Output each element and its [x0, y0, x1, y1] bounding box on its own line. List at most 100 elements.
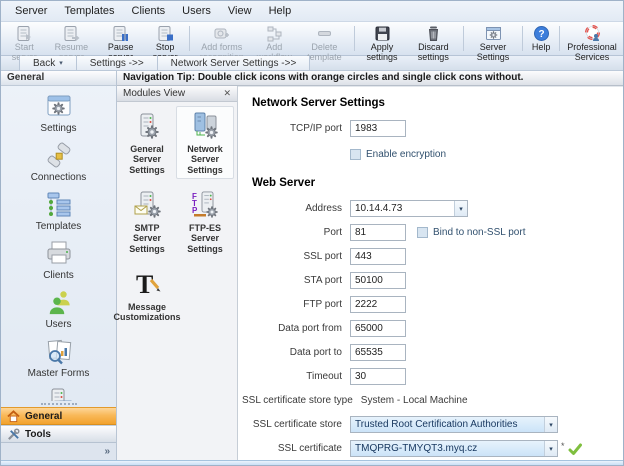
content-area: Navigation Tip: Double click icons with …: [117, 71, 623, 460]
settings-form: Network Server Settings TCP/IP port Enab…: [238, 86, 623, 460]
sidebar-section-tools[interactable]: Tools: [1, 425, 116, 443]
svg-text:P: P: [192, 206, 198, 215]
address-combobox[interactable]: 10.14.4.73 ▾: [350, 200, 468, 217]
menu-templates[interactable]: Templates: [56, 3, 122, 19]
menu-help[interactable]: Help: [261, 3, 300, 19]
discard-settings-button[interactable]: Discard settings: [406, 23, 460, 54]
toolbar-button-label: Server Settings: [473, 43, 513, 62]
sidebar-item-clients[interactable]: Clients: [1, 239, 116, 281]
network-server-gear-icon: [190, 111, 220, 141]
status-bar: [1, 460, 623, 465]
module-label: Network Server Settings: [178, 144, 232, 175]
address-value: 10.14.4.73: [351, 201, 454, 216]
professional-services-button[interactable]: Professional Services: [563, 23, 621, 54]
ssl-cert-store-combobox[interactable]: Trusted Root Certification Authorities ▾: [350, 416, 558, 433]
connections-cable-icon: [44, 141, 74, 171]
module-ftp-es-server-settings[interactable]: FTP FTP-ES Server Settings: [176, 185, 234, 258]
server-settings-icon: [485, 25, 502, 42]
module-message-customizations[interactable]: T Message Customizations: [118, 264, 176, 327]
sidebar-item-master-forms[interactable]: Master Forms: [1, 337, 116, 379]
breadcrumb-label: Settings ->>: [90, 58, 144, 69]
chevron-down-icon[interactable]: ▾: [544, 417, 557, 432]
breadcrumb-network-server-settings[interactable]: Network Server Settings ->>: [158, 56, 311, 70]
server-gear-icon: [132, 111, 162, 141]
ssl-certificate-value: TMQPRG-TMYQT3.myq.cz: [351, 441, 544, 456]
menu-users[interactable]: Users: [174, 3, 219, 19]
module-label: Message Customizations: [114, 302, 181, 323]
breadcrumb-settings[interactable]: Settings ->>: [77, 56, 158, 70]
sidebar-items: Settings Connections: [1, 86, 116, 401]
ssl-port-input[interactable]: [350, 248, 406, 265]
trash-icon: [425, 25, 442, 42]
required-marker: *: [561, 441, 565, 451]
sidebar-item-users[interactable]: Users: [1, 288, 116, 330]
navigation-tip: Navigation Tip: Double click icons with …: [117, 71, 623, 86]
toolbar-separator: [559, 26, 560, 51]
sidebar-item-label: Master Forms: [28, 368, 90, 379]
toolbar-button-label: Help: [532, 43, 551, 53]
timeout-input[interactable]: [350, 368, 406, 385]
sidebar-item-templates[interactable]: Templates: [1, 190, 116, 232]
data-port-to-input[interactable]: [350, 344, 406, 361]
address-label: Address: [242, 203, 342, 214]
valid-check-icon: [568, 442, 582, 456]
ftp-port-input[interactable]: [350, 296, 406, 313]
module-general-server-settings[interactable]: General Server Settings: [118, 106, 176, 179]
apply-settings-button[interactable]: Apply settings: [358, 23, 407, 54]
sidebar-item-settings[interactable]: Settings: [1, 92, 116, 134]
lifebuoy-icon: [584, 25, 601, 42]
sidebar-item-log[interactable]: Log: [1, 386, 116, 401]
sidebar-item-label: Users: [45, 319, 71, 330]
resume-server-button: Resume server: [45, 23, 97, 54]
breadcrumb-label: Back: [33, 58, 55, 69]
port-input[interactable]: [350, 224, 406, 241]
breadcrumb-back-button[interactable]: Back ▾: [19, 56, 77, 70]
sidebar-item-connections[interactable]: Connections: [1, 141, 116, 183]
modules-grid: General Server Settings Network Server S…: [117, 102, 237, 337]
tcpip-port-input[interactable]: [350, 120, 406, 137]
add-forms-recognition-button: Add forms recognition: [193, 23, 251, 54]
close-icon[interactable]: ✕: [221, 88, 233, 99]
server-settings-button[interactable]: Server Settings: [467, 23, 519, 54]
ftp-port-label: FTP port: [242, 299, 342, 310]
toolbar: Start server Resume server Pause server …: [1, 22, 623, 56]
menu-bar: Server Templates Clients Users View Help: [1, 1, 623, 22]
enable-encryption-label: Enable encryption: [366, 149, 446, 160]
port-label: Port: [242, 227, 342, 238]
settings-window-gear-icon: [44, 92, 74, 122]
bind-non-ssl-checkbox[interactable]: [417, 227, 428, 238]
menu-view[interactable]: View: [220, 3, 260, 19]
stop-server-button[interactable]: Stop server: [144, 23, 186, 54]
ssl-certificate-combobox[interactable]: TMQPRG-TMYQT3.myq.cz ▾: [350, 440, 558, 457]
chevron-down-icon[interactable]: ▾: [544, 441, 557, 456]
printer-icon: [44, 239, 74, 269]
data-port-from-input[interactable]: [350, 320, 406, 337]
sidebar-section-general[interactable]: General: [1, 407, 116, 425]
server-resume-icon: [63, 25, 80, 42]
toolbar-separator: [522, 26, 523, 51]
module-smtp-server-settings[interactable]: SMTP Server Settings: [118, 185, 176, 258]
toolbar-button-label: Professional Services: [567, 43, 617, 62]
breadcrumb-label: Network Server Settings ->>: [171, 58, 297, 69]
delete-template-icon: [316, 25, 333, 42]
sta-port-input[interactable]: [350, 272, 406, 289]
toolbar-separator: [354, 26, 355, 51]
module-network-server-settings[interactable]: Network Server Settings: [176, 106, 234, 179]
menu-clients[interactable]: Clients: [124, 3, 174, 19]
tools-icon: [7, 428, 20, 441]
module-label: SMTP Server Settings: [120, 223, 174, 254]
pause-server-button[interactable]: Pause server: [97, 23, 144, 54]
users-icon: [44, 288, 74, 318]
module-label: General Server Settings: [120, 144, 174, 175]
application-window: Server Templates Clients Users View Help…: [0, 0, 624, 466]
overflow-chevron-icon[interactable]: »: [104, 447, 110, 457]
help-button[interactable]: ? Help: [526, 23, 557, 54]
menu-server[interactable]: Server: [7, 3, 55, 19]
enable-encryption-checkbox[interactable]: [350, 149, 361, 160]
window-body: General Settings: [1, 71, 623, 460]
sidebar: General Settings: [1, 71, 117, 460]
data-port-to-label: Data port to: [242, 347, 342, 358]
add-workflow-button: Add workflow: [251, 23, 298, 54]
chevron-down-icon[interactable]: ▾: [454, 201, 467, 216]
ssl-cert-store-value: Trusted Root Certification Authorities: [351, 417, 544, 432]
